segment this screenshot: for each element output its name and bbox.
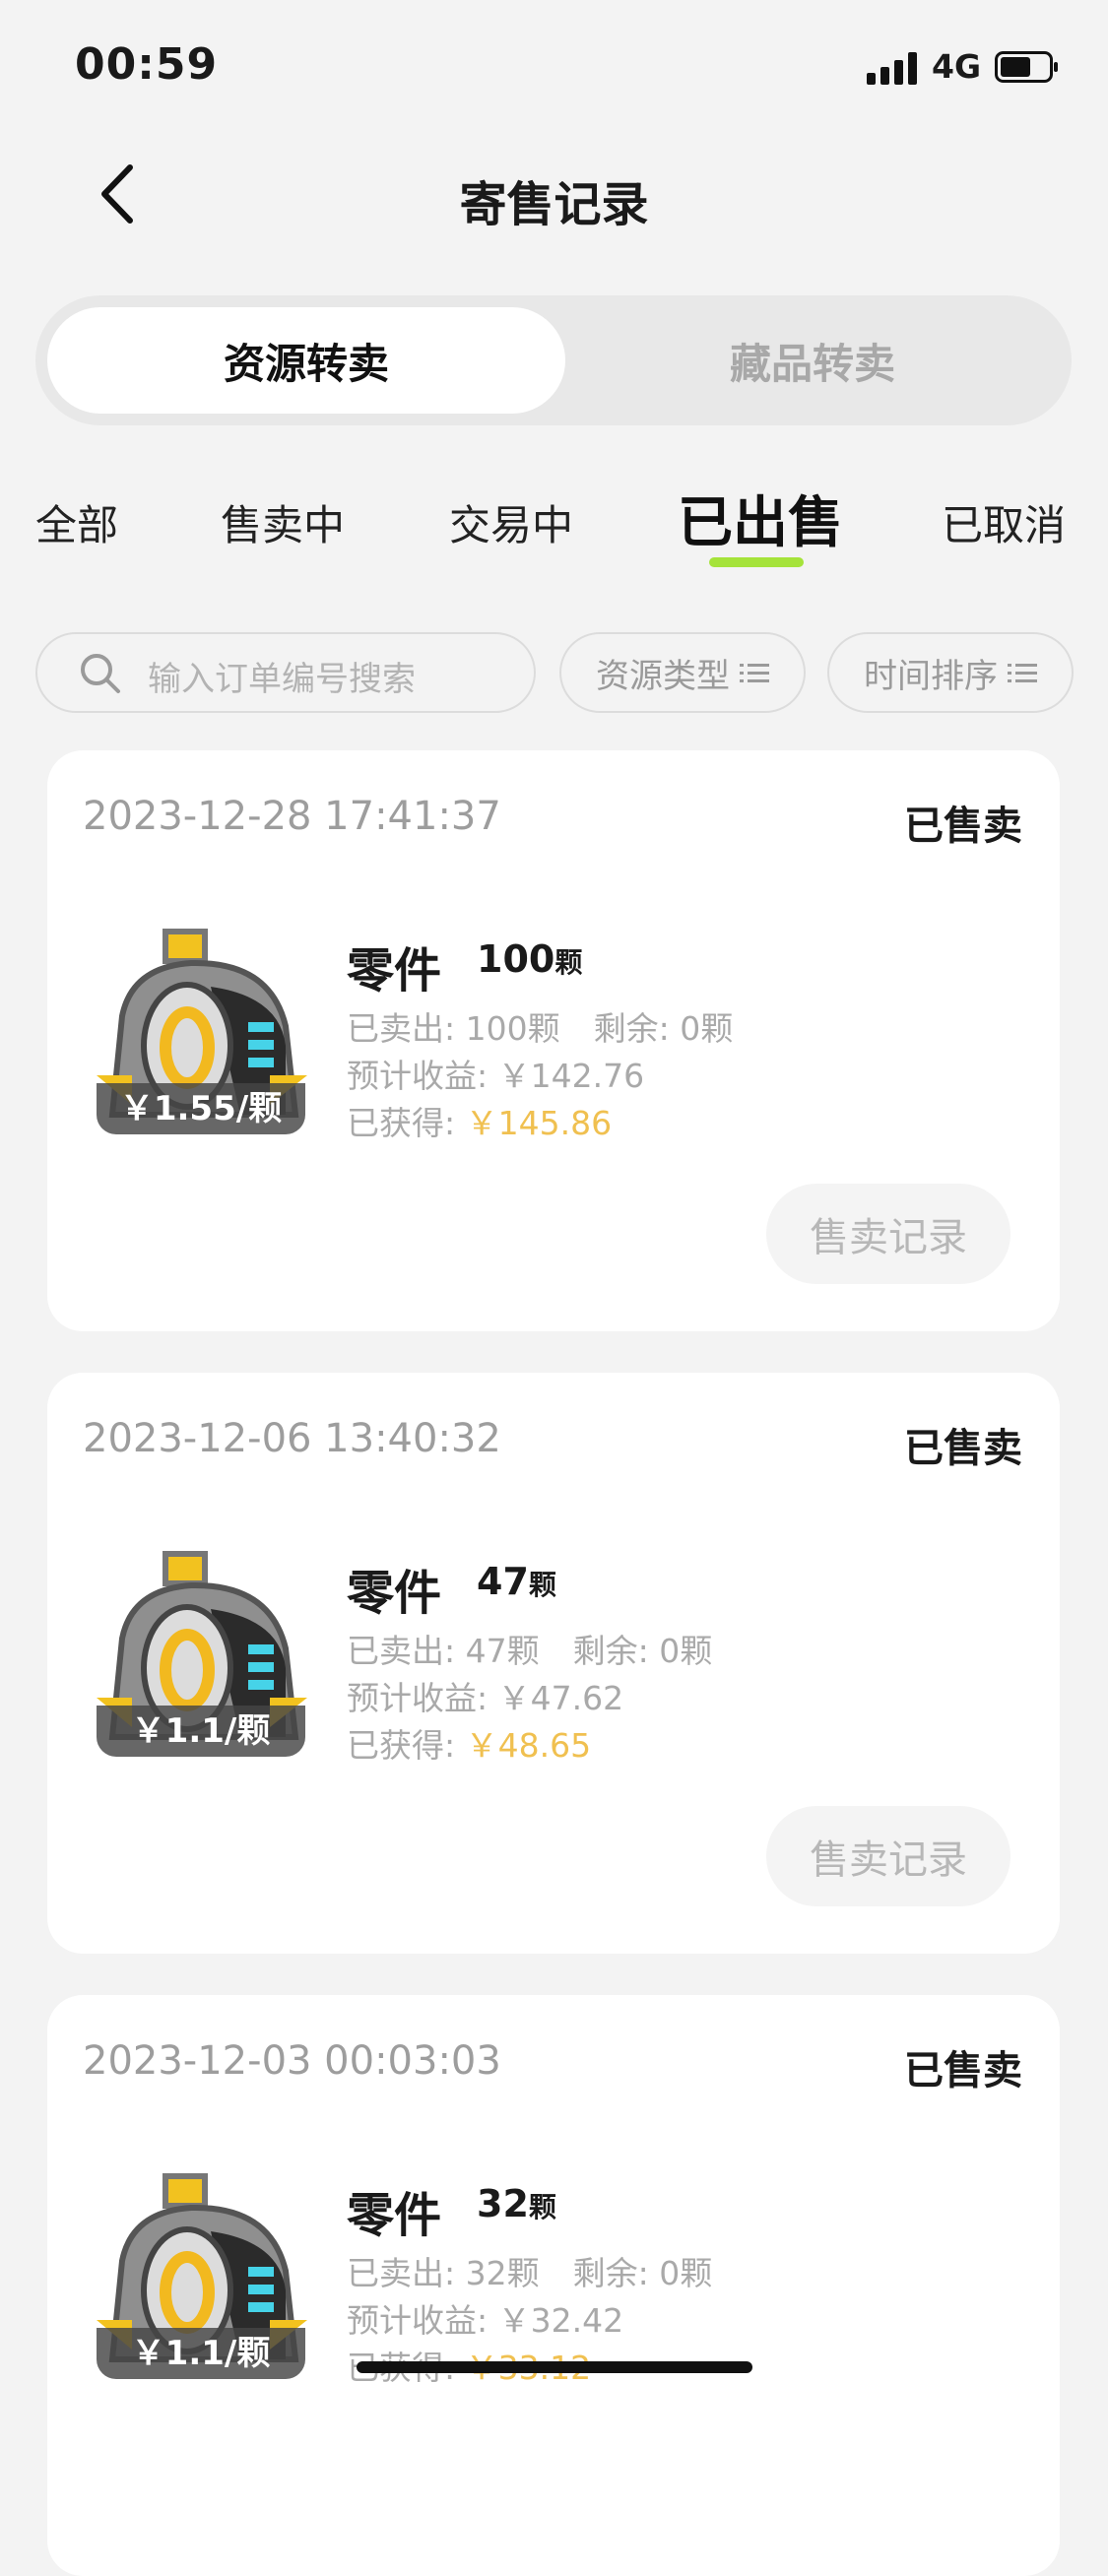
tab-all[interactable]: 全部 — [35, 492, 118, 552]
order-date: 2023-12-06 13:40:32 — [83, 1416, 501, 1461]
sold-remaining: 已卖出: 100颗 剩余: 0颗 — [347, 1009, 734, 1048]
signal-icon — [867, 51, 922, 85]
segmented-control: 资源转卖 藏品转卖 — [35, 295, 1072, 425]
sale-record-button[interactable]: 售卖记录 — [766, 1184, 1010, 1284]
item-name: 零件 — [347, 943, 442, 998]
tab-selling[interactable]: 售卖中 — [221, 492, 345, 552]
battery-icon — [995, 51, 1058, 83]
search-icon — [81, 654, 120, 693]
status-bar: 00:59 4G — [0, 0, 1108, 128]
list-icon — [1008, 664, 1037, 682]
item-quantity: 32颗 — [477, 2182, 556, 2225]
search-input[interactable]: 输入订单编号搜索 — [35, 632, 536, 713]
network-label: 4G — [932, 47, 982, 86]
home-indicator[interactable] — [357, 2361, 752, 2373]
status-time: 00:59 — [75, 39, 219, 90]
sold-remaining: 已卖出: 47颗 剩余: 0颗 — [347, 1632, 713, 1670]
sold-remaining: 已卖出: 32颗 剩余: 0颗 — [347, 2254, 713, 2292]
tab-sold[interactable]: 已出售 — [678, 479, 843, 558]
status-tabs: 全部 售卖中 交易中 已出售 已取消 — [0, 491, 1108, 591]
order-date: 2023-12-03 00:03:03 — [83, 2038, 501, 2084]
expected-income: 预计收益: ￥32.42 — [347, 2301, 624, 2340]
order-card: 2023-12-03 00:03:03 已售卖 ￥1.1/颗 零件 32颗 已卖… — [47, 1995, 1060, 2576]
order-card: 2023-12-28 17:41:37 已售卖 ￥1.55/颗 零件 100颗 … — [47, 750, 1060, 1331]
tab-cancelled[interactable]: 已取消 — [942, 492, 1066, 552]
order-date: 2023-12-28 17:41:37 — [83, 794, 501, 839]
price-tag: ￥1.55/颗 — [97, 1083, 305, 1134]
time-sort-filter[interactable]: 时间排序 — [827, 632, 1074, 713]
price-tag: ￥1.1/颗 — [97, 2328, 305, 2379]
earned-income: 已获得: ￥145.86 — [347, 1104, 613, 1142]
item-name: 零件 — [347, 2188, 442, 2243]
list-icon — [740, 664, 769, 682]
expected-income: 预计收益: ￥47.62 — [347, 1679, 624, 1717]
item-name: 零件 — [347, 1566, 442, 1621]
order-status: 已售卖 — [904, 2048, 1022, 2093]
order-card: 2023-12-06 13:40:32 已售卖 ￥1.1/颗 零件 47颗 已卖… — [47, 1373, 1060, 1954]
expected-income: 预计收益: ￥142.76 — [347, 1057, 645, 1095]
sale-record-button[interactable]: 售卖记录 — [766, 1806, 1010, 1906]
price-tag: ￥1.1/颗 — [97, 1706, 305, 1757]
item-quantity: 100颗 — [477, 937, 583, 981]
tab-trading[interactable]: 交易中 — [449, 492, 573, 552]
earned-income: 已获得: ￥48.65 — [347, 1726, 592, 1765]
order-status: 已售卖 — [904, 804, 1022, 849]
segment-collection-resale[interactable]: 藏品转卖 — [554, 307, 1072, 414]
segment-resource-resale[interactable]: 资源转卖 — [47, 307, 565, 414]
page-title: 寄售记录 — [459, 177, 649, 232]
item-quantity: 47颗 — [477, 1560, 556, 1603]
resource-type-filter[interactable]: 资源类型 — [559, 632, 806, 713]
resource-type-label: 资源类型 — [596, 656, 730, 696]
active-tab-indicator — [709, 557, 804, 567]
search-placeholder: 输入订单编号搜索 — [148, 660, 416, 699]
time-sort-label: 时间排序 — [864, 656, 998, 696]
order-status: 已售卖 — [904, 1426, 1022, 1471]
